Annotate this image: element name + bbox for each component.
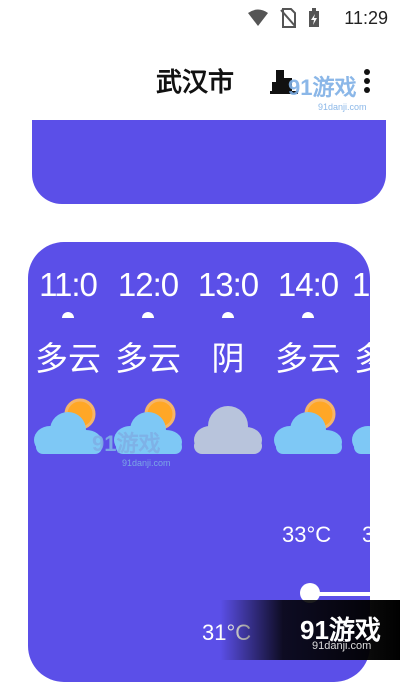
hourly-times: 11:0 12:0 13:0 14:0 1: [28, 266, 370, 318]
hour-temp-high: 3: [362, 522, 370, 547]
hour-temp-high: 33°C: [282, 522, 332, 547]
daily-card: [32, 120, 386, 204]
hour-condition: 多: [348, 332, 370, 380]
status-bar: 11:29: [0, 0, 400, 36]
hour-time: 13:0: [188, 266, 268, 318]
partly-cloudy-icon: [268, 392, 348, 462]
hour-time: 12:0: [108, 266, 188, 318]
hourly-icons: [28, 392, 370, 462]
status-icons: [248, 8, 320, 33]
hourly-conditions: 多云 多云 阴 多云 多: [28, 332, 370, 380]
hour-time: 14:0: [268, 266, 348, 318]
hour-condition: 多云: [35, 340, 101, 377]
partly-cloudy-icon: [348, 392, 370, 462]
hour-condition: 多云: [115, 340, 181, 377]
watermark-middle: 91游戏 91danji.com: [92, 431, 171, 468]
hour-time: 11:0: [28, 266, 108, 318]
city-title: 武汉市: [156, 67, 235, 97]
battery-charging-icon: [308, 8, 320, 33]
hour-condition: 阴: [211, 340, 245, 377]
watermark-top: 91游戏 91danji.com: [288, 75, 367, 112]
hour-condition: 多云: [275, 340, 341, 377]
watermark-bottom: 91游戏 91danji.com: [220, 600, 400, 660]
wifi-icon: [248, 9, 268, 32]
no-sim-icon: [280, 8, 296, 33]
status-time: 11:29: [344, 8, 388, 28]
hour-time: 1: [352, 266, 370, 303]
overcast-icon: [188, 392, 268, 462]
